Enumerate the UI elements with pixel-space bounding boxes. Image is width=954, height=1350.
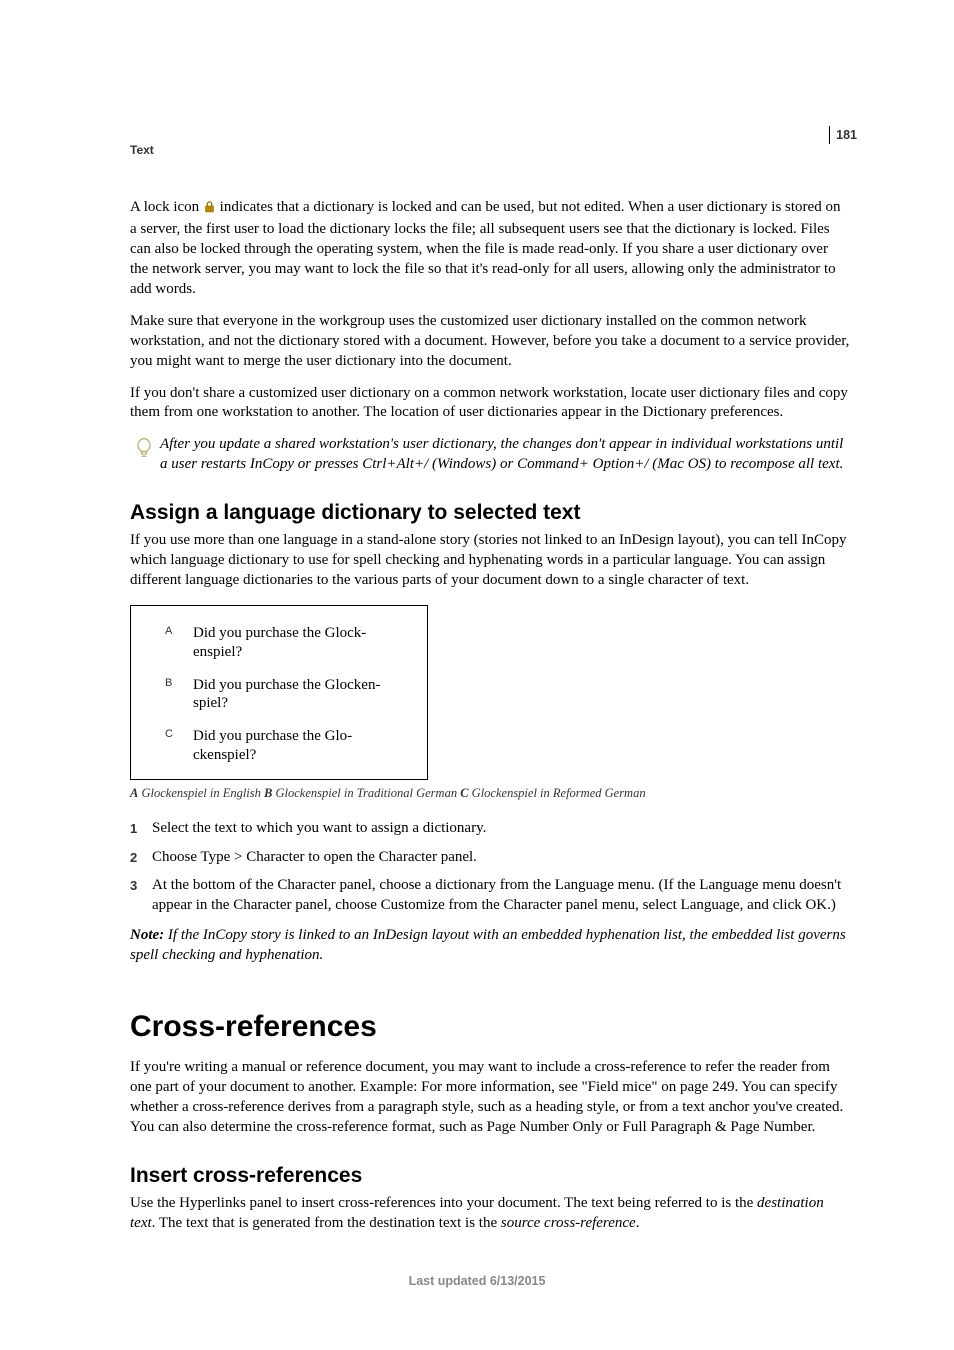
figure-hyphenation-examples: A Did you purchase the Glock- enspiel? B… xyxy=(130,605,428,780)
lightbulb-icon xyxy=(134,437,154,466)
tip-block: After you update a shared workstation's … xyxy=(130,435,850,475)
paragraph-insert-xref: Use the Hyperlinks panel to insert cross… xyxy=(130,1194,850,1234)
paragraph-lock-icon: A lock icon indicates that a dictionary … xyxy=(130,198,850,300)
figure-a-line1: Did you purchase the Glock- xyxy=(193,625,366,641)
para1-leading-text: A lock icon xyxy=(130,199,203,215)
insert-text-1: Use the Hyperlinks panel to insert cross… xyxy=(130,1195,757,1211)
heading-cross-references: Cross-references xyxy=(130,1010,850,1044)
running-head: Text xyxy=(130,143,154,157)
caption-text-a: Glockenspiel in English xyxy=(138,786,264,800)
heading-insert-xref: Insert cross-references xyxy=(130,1164,850,1188)
caption-key-c: C xyxy=(460,786,468,800)
figure-c-line2: ckenspiel? xyxy=(193,747,256,763)
figure-label-a: A xyxy=(165,625,172,639)
caption-text-b: Glockenspiel in Traditional German xyxy=(272,786,460,800)
paragraph-assign-intro: If you use more than one language in a s… xyxy=(130,531,850,591)
figure-label-b: B xyxy=(165,677,172,691)
step-1: Select the text to which you want to ass… xyxy=(130,819,850,839)
tip-text: After you update a shared workstation's … xyxy=(160,435,850,475)
step-3: At the bottom of the Character panel, ch… xyxy=(130,876,850,916)
caption-text-c: Glockenspiel in Reformed German xyxy=(469,786,646,800)
figure-label-c: C xyxy=(165,728,173,742)
insert-text-2: . The text that is generated from the de… xyxy=(152,1215,501,1231)
figure-item-c: C Did you purchase the Glo- ckenspiel? xyxy=(193,727,415,765)
paragraph-share-dictionary: If you don't share a customized user dic… xyxy=(130,384,850,424)
step-2: Choose Type > Character to open the Char… xyxy=(130,848,850,868)
content-area: A lock icon indicates that a dictionary … xyxy=(130,198,850,1246)
figure-b-line1: Did you purchase the Glocken- xyxy=(193,677,380,693)
figure-caption: A Glockenspiel in English B Glockenspiel… xyxy=(130,786,850,801)
figure-a-line2: enspiel? xyxy=(193,644,242,660)
note-block: Note: If the InCopy story is linked to a… xyxy=(130,926,850,966)
term-source-cross-reference: source cross-reference xyxy=(501,1215,636,1231)
page-number-container: 181 xyxy=(829,126,857,144)
page-number: 181 xyxy=(836,128,857,142)
figure-b-line2: spiel? xyxy=(193,695,228,711)
figure-item-a: A Did you purchase the Glock- enspiel? xyxy=(193,624,415,662)
insert-text-3: . xyxy=(636,1215,640,1231)
steps-list: Select the text to which you want to ass… xyxy=(130,819,850,917)
figure-item-b: B Did you purchase the Glocken- spiel? xyxy=(193,676,415,714)
heading-assign-language: Assign a language dictionary to selected… xyxy=(130,501,850,525)
footer-last-updated: Last updated 6/13/2015 xyxy=(0,1274,954,1288)
figure-c-line1: Did you purchase the Glo- xyxy=(193,728,352,744)
paragraph-xref-intro: If you're writing a manual or reference … xyxy=(130,1058,850,1138)
para1-trailing-text: indicates that a dictionary is locked an… xyxy=(130,199,840,297)
note-label: Note: xyxy=(130,927,164,943)
page: 181 Text A lock icon indicates that a di… xyxy=(0,0,954,1350)
paragraph-workgroup: Make sure that everyone in the workgroup… xyxy=(130,312,850,372)
lock-icon xyxy=(204,200,215,220)
note-text: If the InCopy story is linked to an InDe… xyxy=(130,927,846,963)
